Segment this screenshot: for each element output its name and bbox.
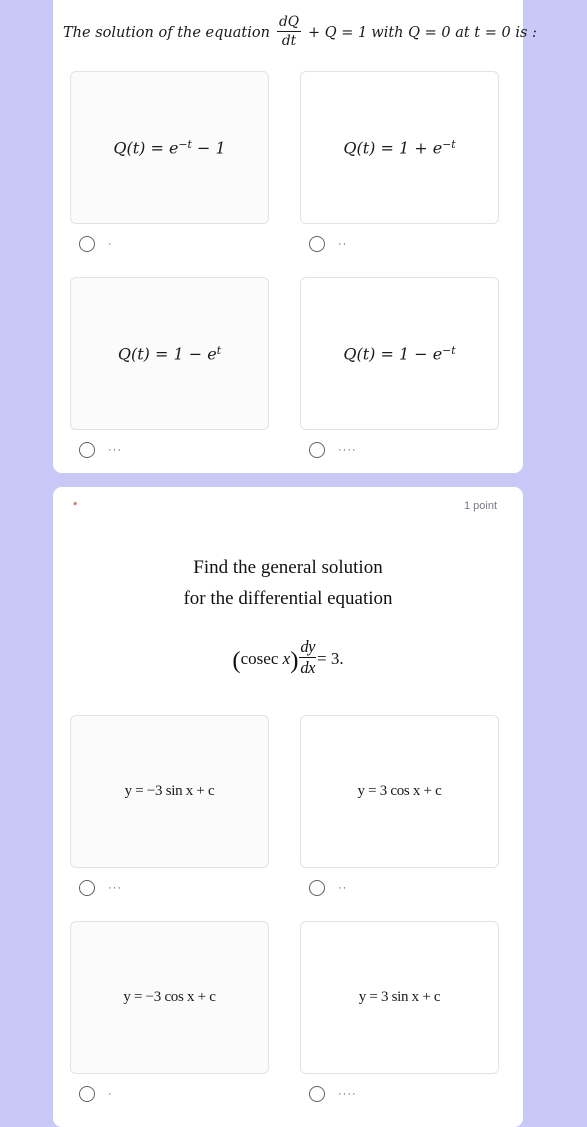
option-control-1d[interactable]: ····	[300, 435, 499, 465]
option-formula-2c: y = −3 cos x + c	[123, 989, 216, 1005]
question-2-fraction-numerator: dy	[300, 637, 315, 656]
option-control-2a[interactable]: ···	[70, 873, 269, 903]
option-cell-2d: y = 3 sin x + c ····	[300, 921, 499, 1109]
radio-button-2a[interactable]	[79, 880, 95, 896]
quiz-page: The solution of the equation dQ dt + Q = 1w…	[0, 0, 587, 1127]
option-cell-1a: Q(t) = e−t − 1 ·	[70, 71, 269, 259]
option-label-2d: ····	[338, 1087, 357, 1100]
option-label-2a: ···	[108, 881, 122, 894]
option-label-1c: ···	[108, 443, 122, 456]
option-control-1a[interactable]: ·	[70, 229, 269, 259]
exponent: −t	[442, 343, 456, 357]
question-card-2: * 1 point Find the general solution for …	[53, 487, 523, 1127]
option-cell-2c: y = −3 cos x + c ·	[70, 921, 269, 1109]
open-paren: (	[232, 647, 241, 675]
radio-button-2b[interactable]	[309, 880, 325, 896]
option-box-1d[interactable]: Q(t) = 1 − e−t	[300, 277, 499, 430]
option-row: y = −3 cos x + c · y = 3 sin x + c ····	[70, 921, 517, 1109]
option-label-1d: ····	[338, 443, 357, 456]
radio-button-2d[interactable]	[309, 1086, 325, 1102]
option-formula-2d: y = 3 sin x + c	[358, 989, 441, 1005]
question-2-prompt: Find the general solution for the differ…	[53, 553, 523, 615]
radio-button-1b[interactable]	[309, 236, 325, 252]
question-2-equation: (cosec x) dy dx = 3.	[53, 637, 523, 678]
option-formula-1d: Q(t) = 1 − e−t	[343, 343, 456, 364]
equation-period: .	[339, 649, 344, 669]
option-formula-1a: Q(t) = e−t − 1	[113, 137, 226, 158]
option-box-1b[interactable]: Q(t) = 1 + e−t	[300, 71, 499, 224]
option-control-1b[interactable]: ··	[300, 229, 499, 259]
option-control-1c[interactable]: ···	[70, 435, 269, 465]
question-2-options: y = −3 sin x + c ··· y = 3 cos x + c ··	[70, 715, 517, 1127]
question-2-header: * 1 point	[53, 487, 523, 531]
option-row: y = −3 sin x + c ··· y = 3 cos x + c ··	[70, 715, 517, 903]
option-formula-2b: y = 3 cos x + c	[357, 783, 442, 799]
radio-button-1a[interactable]	[79, 236, 95, 252]
question-2-prompt-line-2: for the differential equation	[183, 587, 393, 609]
option-box-1a[interactable]: Q(t) = e−t − 1	[70, 71, 269, 224]
cosec-text: cosec	[240, 649, 283, 669]
option-control-2b[interactable]: ··	[300, 873, 499, 903]
option-cell-2a: y = −3 sin x + c ···	[70, 715, 269, 903]
option-row: Q(t) = e−t − 1 · Q(t) = 1 + e−t ··	[70, 71, 517, 259]
option-box-2d[interactable]: y = 3 sin x + c	[300, 921, 499, 1074]
question-2-fraction: dy dx	[299, 637, 316, 678]
question-1-fraction: dQ dt	[276, 14, 302, 49]
exponent: −t	[178, 137, 192, 151]
option-box-1c[interactable]: Q(t) = 1 − et	[70, 277, 269, 430]
equation-result: = 3	[316, 649, 340, 669]
question-1-prompt-segment-2: + Q = 1	[308, 25, 368, 42]
question-1-prompt: The solution of the equation dQ dt + Q = 1w…	[53, 14, 537, 49]
question-card-1: The solution of the equation dQ dt + Q = 1w…	[53, 0, 537, 473]
option-cell-2b: y = 3 cos x + c ··	[300, 715, 499, 903]
option-formula-1c: Q(t) = 1 − et	[117, 343, 222, 364]
exponent: −t	[442, 137, 456, 151]
option-cell-1b: Q(t) = 1 + e−t ··	[300, 71, 499, 259]
question-1-prompt-segment-1: The solution of the equation	[63, 25, 270, 42]
option-row: Q(t) = 1 − et ··· Q(t) = 1 − e−t ····	[70, 277, 517, 465]
required-marker: *	[73, 500, 78, 512]
option-formula-1b: Q(t) = 1 + e−t	[343, 137, 456, 158]
radio-button-1d[interactable]	[309, 442, 325, 458]
option-label-1a: ·	[108, 237, 113, 250]
question-2-prompt-line-1: Find the general solution	[193, 557, 383, 578]
question-2-fraction-denominator: dx	[300, 658, 315, 677]
exponent: t	[216, 343, 222, 357]
question-1-options: Q(t) = e−t − 1 · Q(t) = 1 + e−t ·· Q(t) …	[70, 71, 517, 483]
radio-button-2c[interactable]	[79, 1086, 95, 1102]
question-1-fraction-denominator: dt	[281, 33, 297, 49]
close-paren: )	[290, 647, 299, 675]
option-cell-1c: Q(t) = 1 − et ···	[70, 277, 269, 465]
question-1-prompt-segment-3: with Q = 0 at t = 0 is :	[371, 25, 537, 42]
question-1-fraction-numerator: dQ	[278, 14, 300, 30]
option-formula-2a: y = −3 sin x + c	[124, 783, 215, 799]
option-label-1b: ··	[338, 237, 348, 250]
radio-button-1c[interactable]	[79, 442, 95, 458]
option-box-2c[interactable]: y = −3 cos x + c	[70, 921, 269, 1074]
option-box-2a[interactable]: y = −3 sin x + c	[70, 715, 269, 868]
option-box-2b[interactable]: y = 3 cos x + c	[300, 715, 499, 868]
option-label-2b: ··	[338, 881, 348, 894]
option-cell-1d: Q(t) = 1 − e−t ····	[300, 277, 499, 465]
option-label-2c: ·	[108, 1087, 113, 1100]
point-value-label: 1 point	[463, 500, 497, 512]
